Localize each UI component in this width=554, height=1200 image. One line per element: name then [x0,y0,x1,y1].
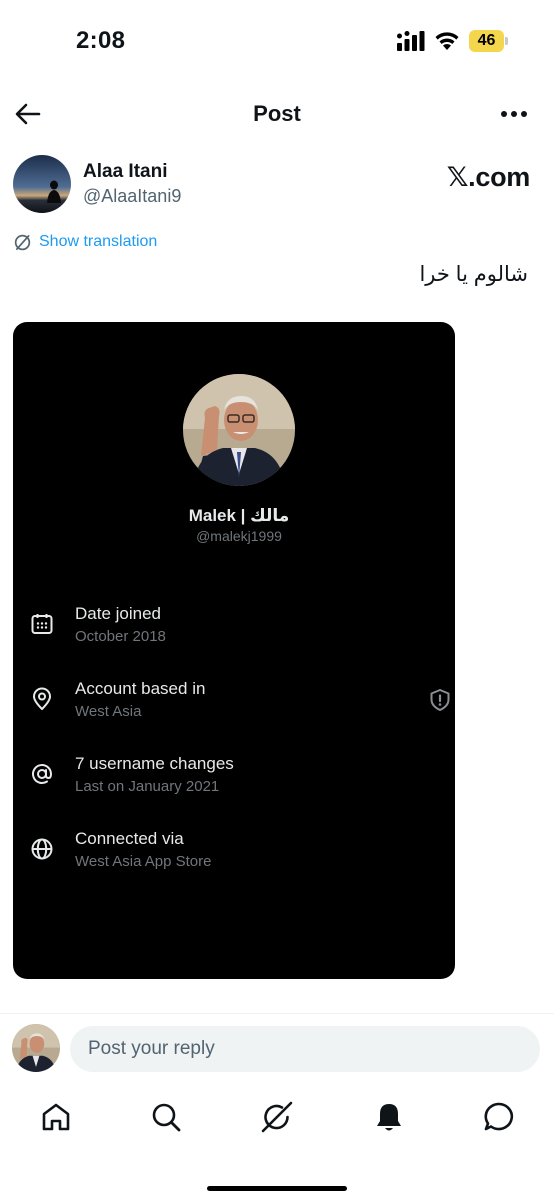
reply-input[interactable]: Post your reply [70,1026,540,1072]
show-translation-label: Show translation [39,233,158,250]
post-text: شالوم يا خرا [419,263,528,286]
shield-warning-icon[interactable] [428,688,452,712]
reply-divider [0,1013,554,1014]
post-image[interactable]: Malek | مالك @malekj1999 Date joined Oct… [13,322,455,979]
info-row-value: West Asia App Store [75,853,212,870]
translate-icon [14,234,31,250]
profile-handle: @malekj1999 [196,528,282,544]
info-row-label: Date joined [75,604,162,623]
page-title: Post [253,101,301,126]
notifications-bell-icon[interactable] [372,1100,406,1134]
location-pin-icon [33,687,51,710]
status-bar: 2:08 46 [0,0,554,84]
wifi-icon [435,32,459,50]
cellular-signal-icon [397,31,425,51]
messages-icon[interactable] [482,1100,516,1134]
info-row-account-based-in: Account based in West Asia [13,679,455,729]
info-row-username-changes: 7 username changes Last on January 2021 [13,754,455,804]
author-name[interactable]: Alaa Itani [83,161,167,183]
info-row-value: West Asia [75,703,142,720]
profile-avatar [183,374,295,486]
calendar-icon [31,614,53,634]
info-row-label: 7 username changes [75,754,234,773]
info-row-date-joined: Date joined October 2018 [13,604,455,654]
info-row-connected-via: Connected via West Asia App Store [13,829,455,879]
status-time: 2:08 [76,27,126,54]
post-header: Post [0,90,554,140]
at-sign-icon [32,764,53,784]
grok-icon[interactable] [260,1100,294,1134]
info-row-value: Last on January 2021 [75,778,220,795]
reply-placeholder: Post your reply [88,1038,215,1059]
home-icon[interactable] [39,1100,73,1134]
more-dots-icon[interactable] [498,102,530,126]
author-avatar[interactable] [13,155,71,213]
profile-name: Malek | مالك [188,506,290,525]
info-row-label: Connected via [75,829,184,848]
globe-icon [31,838,53,860]
author-handle[interactable]: @AlaaItani9 [83,186,181,207]
info-row-label: Account based in [75,679,206,698]
home-indicator [207,1186,347,1191]
show-translation-link[interactable]: Show translation [13,232,157,252]
bottom-tab-bar [0,1094,554,1142]
info-row-value: October 2018 [75,628,166,645]
user-avatar[interactable] [12,1024,60,1072]
search-icon[interactable] [149,1100,183,1134]
source-label: 𝕏.com [446,162,531,192]
battery-level: 46 [477,32,496,49]
battery-indicator: 46 [469,30,509,52]
